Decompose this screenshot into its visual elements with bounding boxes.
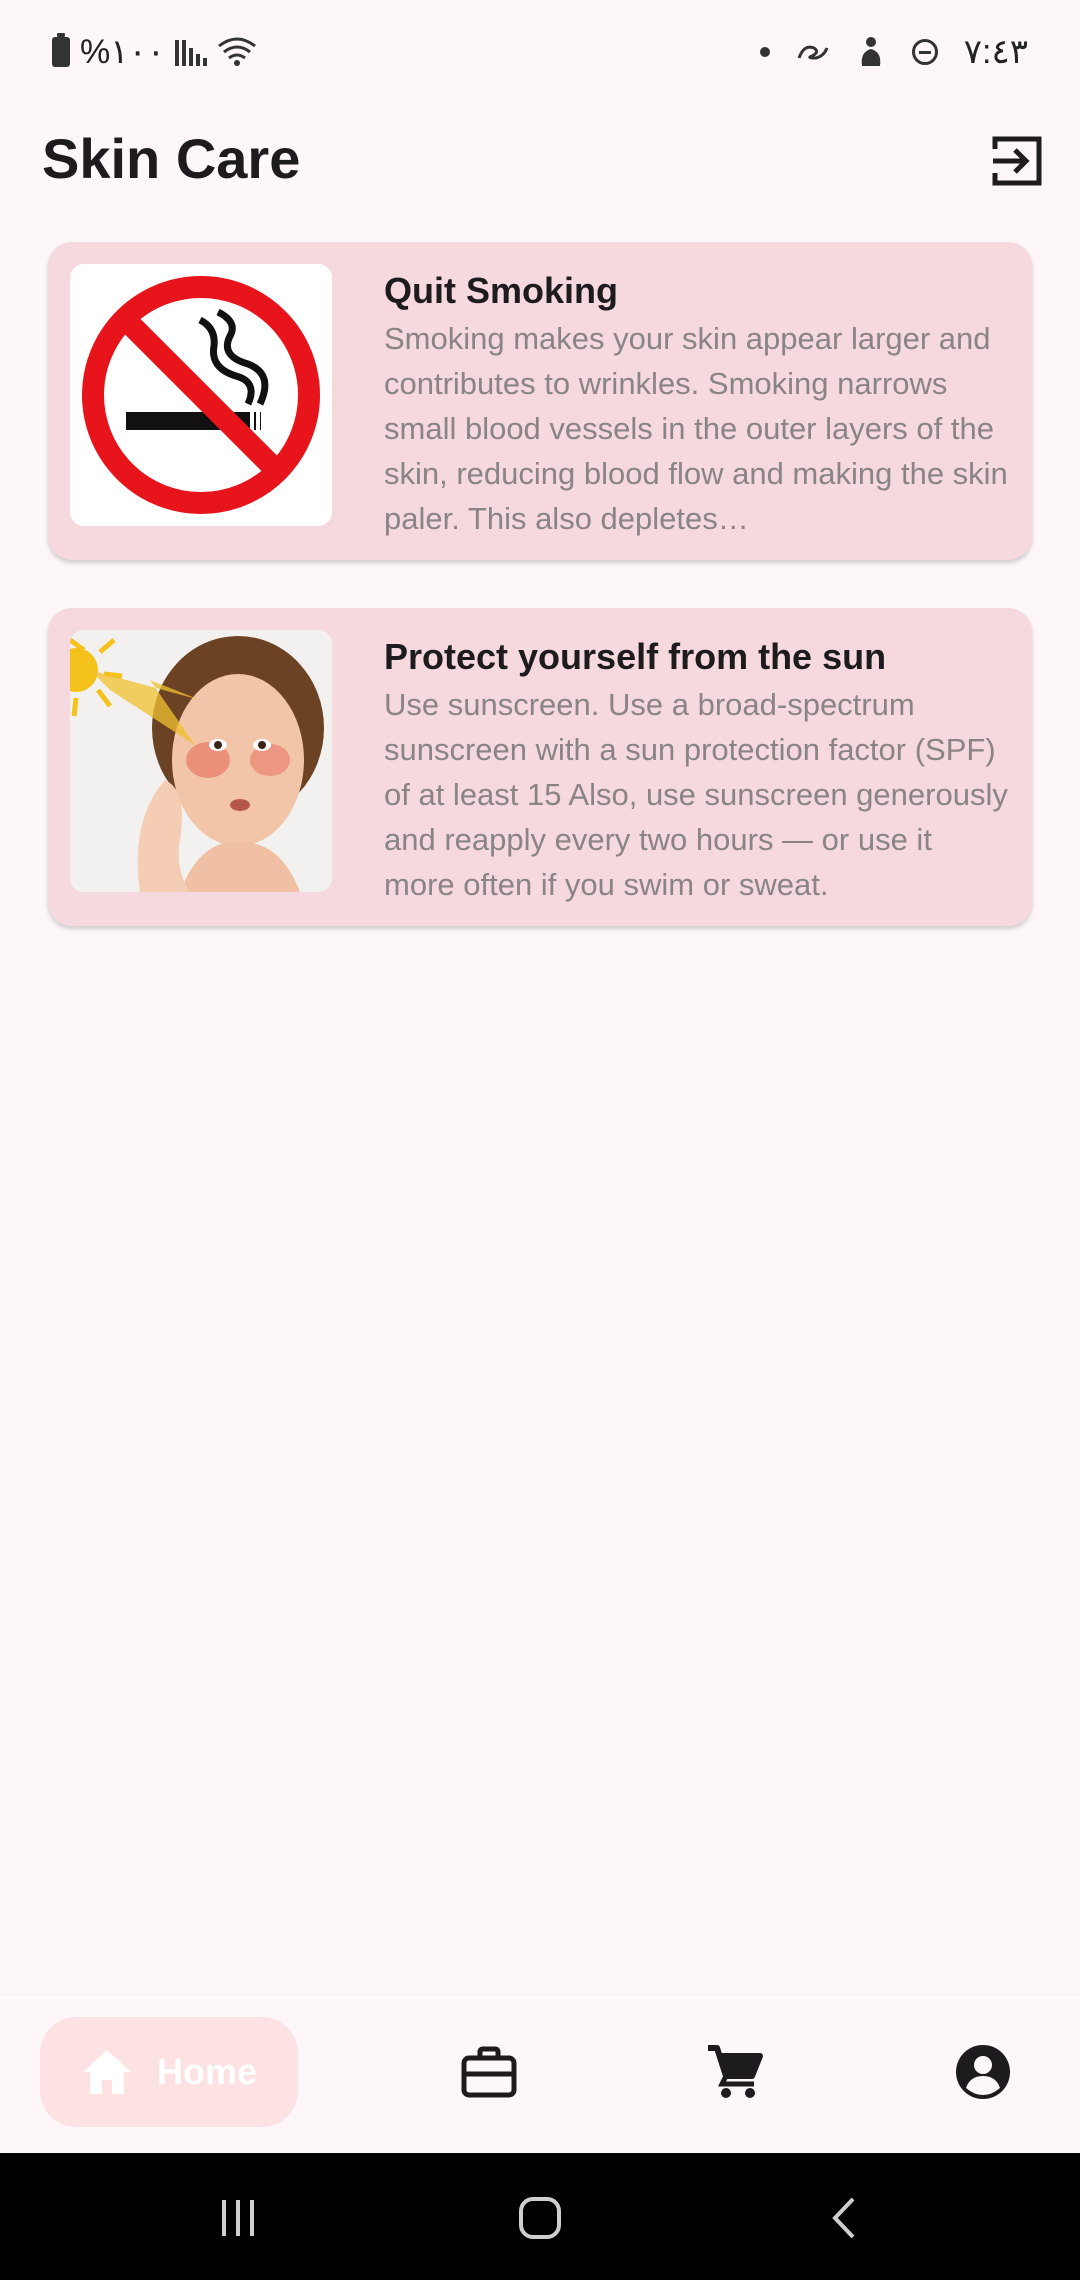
wifi-icon <box>218 37 256 66</box>
home-button[interactable] <box>510 2193 570 2243</box>
skin-care-card[interactable]: Quit Smoking Smoking makes your skin app… <box>48 242 1032 560</box>
card-text: Protect yourself from the sun Use sunscr… <box>384 630 1008 904</box>
meditation-icon <box>861 37 881 66</box>
recents-button[interactable] <box>208 2193 268 2243</box>
status-bar: %١٠٠ ٧:٤٣ <box>0 0 1080 100</box>
notification-dot-icon <box>759 47 770 57</box>
nav-item-briefcase[interactable] <box>452 2035 526 2109</box>
card-text: Quit Smoking Smoking makes your skin app… <box>384 264 1008 538</box>
battery-icon <box>52 33 70 67</box>
home-icon <box>82 2050 131 2094</box>
card-title: Protect yourself from the sun <box>384 636 887 677</box>
no-smoking-image <box>70 264 332 526</box>
logout-icon <box>992 136 1042 186</box>
home-circle-icon <box>519 2197 561 2239</box>
nav-item-home[interactable]: Home <box>40 2017 298 2127</box>
battery-percentage: %١٠٠ <box>80 33 166 71</box>
signal-icon <box>175 38 208 66</box>
back-icon <box>832 2197 855 2239</box>
app-bar: Skin Care <box>0 110 1080 210</box>
sunburned-face-image <box>70 630 332 892</box>
cart-icon <box>708 2045 763 2098</box>
clock: ٧:٤٣ <box>963 33 1028 71</box>
bottom-navigation: Home <box>0 1995 1080 2153</box>
logout-button[interactable] <box>984 128 1050 194</box>
nav-item-account[interactable] <box>946 2035 1020 2109</box>
system-navigation-bar <box>0 2153 1080 2280</box>
status-left: %١٠٠ <box>52 30 257 74</box>
card-description: Use sunscreen. Use a broad-spectrum suns… <box>384 687 1008 902</box>
status-right: ٧:٤٣ <box>759 30 1028 74</box>
skin-care-card[interactable]: Protect yourself from the sun Use sunscr… <box>48 608 1032 926</box>
account-icon <box>956 2045 1010 2099</box>
nav-home-label: Home <box>156 2051 258 2092</box>
briefcase-icon <box>461 2046 517 2098</box>
link-icon <box>797 45 829 60</box>
nav-item-cart[interactable] <box>698 2035 772 2109</box>
do-not-disturb-icon <box>911 39 938 65</box>
recents-icon <box>222 2200 254 2236</box>
card-description: Smoking makes your skin appear larger an… <box>384 321 1008 536</box>
card-list: Quit Smoking Smoking makes your skin app… <box>48 242 1032 974</box>
page-title: Skin Care <box>42 127 301 190</box>
back-button[interactable] <box>814 2193 874 2243</box>
card-title: Quit Smoking <box>384 270 618 311</box>
